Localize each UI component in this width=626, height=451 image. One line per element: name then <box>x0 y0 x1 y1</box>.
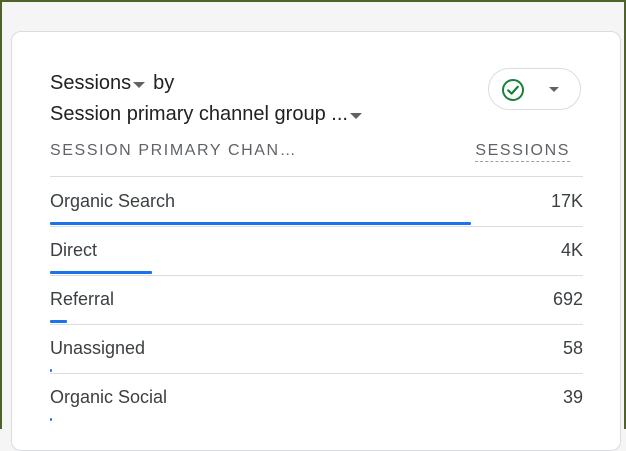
check-circle-icon <box>502 79 524 101</box>
row-share-bar <box>50 222 471 225</box>
row-label: Direct <box>50 240 98 260</box>
chevron-down-icon <box>549 87 559 92</box>
column-header-sessions[interactable]: SESSIONS <box>475 142 570 162</box>
by-label: by <box>153 72 175 94</box>
row-value: 58 <box>562 338 583 358</box>
data-quality-button[interactable] <box>488 68 581 110</box>
row-share-bar <box>50 271 152 274</box>
row-value: 4K <box>560 240 583 260</box>
dimension-dropdown-caret-icon[interactable] <box>349 112 362 119</box>
row-share-bar <box>50 418 52 421</box>
dimension-selector[interactable]: Session primary channel group ... <box>50 103 366 126</box>
row-label: Organic Social <box>50 387 168 407</box>
table-row[interactable]: Direct 4K <box>50 226 583 275</box>
table-row[interactable]: Unassigned 58 <box>50 324 583 373</box>
card-title-metric: Sessions by <box>50 72 174 95</box>
metric-label: Sessions <box>50 72 132 94</box>
row-label: Unassigned <box>50 338 146 358</box>
row-share-bar <box>50 320 67 323</box>
row-share-bar <box>50 369 52 372</box>
row-value: 692 <box>552 289 583 309</box>
row-label: Organic Search <box>50 191 176 211</box>
row-value: 17K <box>550 191 583 211</box>
column-header-dimension[interactable]: SESSION PRIMARY CHAN… <box>50 142 297 160</box>
metric-selector[interactable]: Sessions <box>50 72 149 95</box>
table-row[interactable]: Organic Social 39 <box>50 373 583 422</box>
metric-dropdown-caret-icon[interactable] <box>133 81 146 88</box>
table-row[interactable]: Organic Search 17K <box>50 177 583 226</box>
dimension-label: Session primary channel group ... <box>50 103 348 125</box>
table-row[interactable]: Referral 692 <box>50 275 583 324</box>
report-card: Sessions by Session primary channel grou… <box>11 31 621 451</box>
row-value: 39 <box>562 387 583 407</box>
row-label: Referral <box>50 289 115 309</box>
